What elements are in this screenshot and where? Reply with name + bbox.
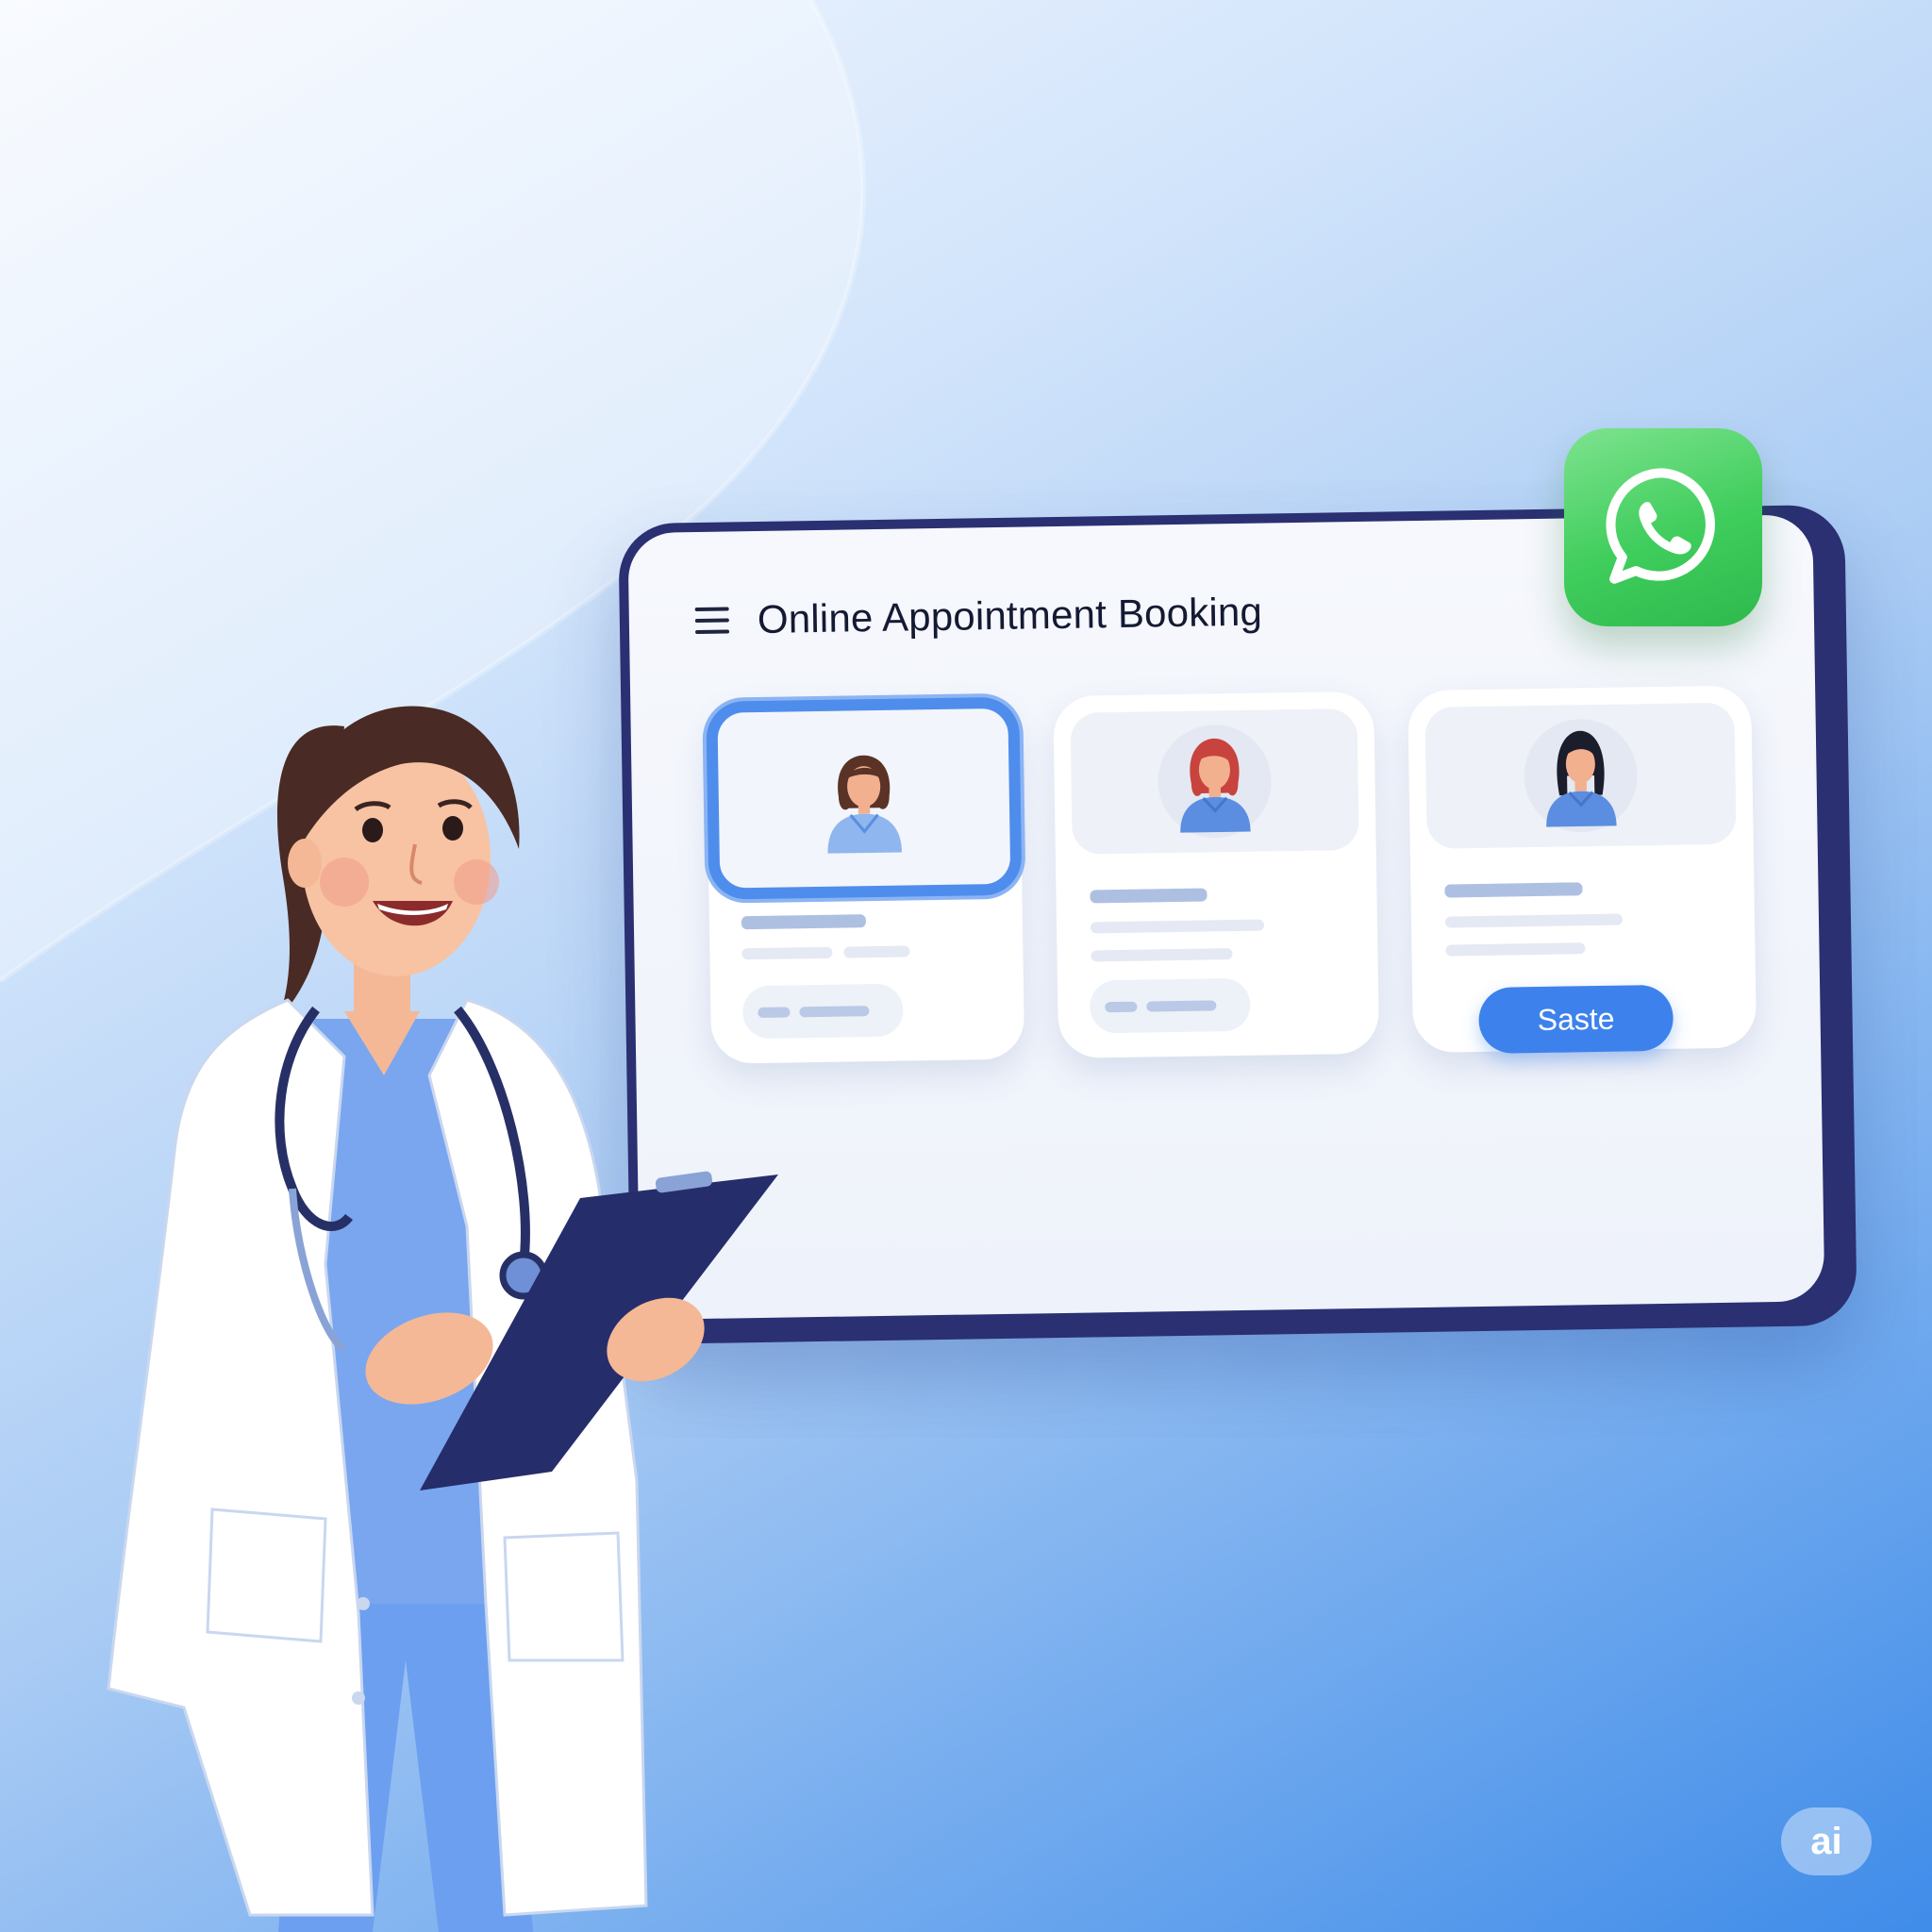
female-doctor-avatar-icon — [827, 755, 903, 854]
female-doctor-avatar-icon — [1158, 724, 1272, 839]
doctor-detail-placeholder — [843, 945, 910, 958]
female-doctor-avatar-icon — [1524, 719, 1638, 833]
doctor-detail-placeholder — [1445, 942, 1586, 957]
save-button[interactable]: Saste — [1478, 984, 1674, 1054]
app-title: Online Appointment Booking — [757, 589, 1263, 641]
app-header: Online Appointment Booking — [694, 590, 1262, 643]
doctor-card-3[interactable]: Saste — [1407, 685, 1757, 1054]
app-screen: Online Appointment Booking Saste — [627, 514, 1825, 1321]
time-slot-chip[interactable] — [1089, 977, 1251, 1034]
hamburger-menu-icon[interactable] — [694, 607, 730, 634]
doctor-detail-placeholder — [1444, 913, 1624, 928]
doctor-name-placeholder — [1444, 882, 1583, 898]
doctor-detail-placeholder — [1090, 919, 1265, 934]
doctor-detail-placeholder — [1091, 948, 1233, 962]
doctor-name-placeholder — [1090, 888, 1208, 904]
doctor-card-list: Saste — [706, 685, 1757, 1064]
whatsapp-badge[interactable] — [1564, 428, 1762, 626]
doctor-illustration — [107, 706, 778, 1932]
whatsapp-icon — [1606, 468, 1715, 584]
doctor-photo — [1070, 708, 1359, 855]
ai-badge: ai — [1781, 1807, 1872, 1875]
doctor-card-2[interactable] — [1053, 691, 1380, 1058]
doctor-photo — [1424, 702, 1737, 849]
